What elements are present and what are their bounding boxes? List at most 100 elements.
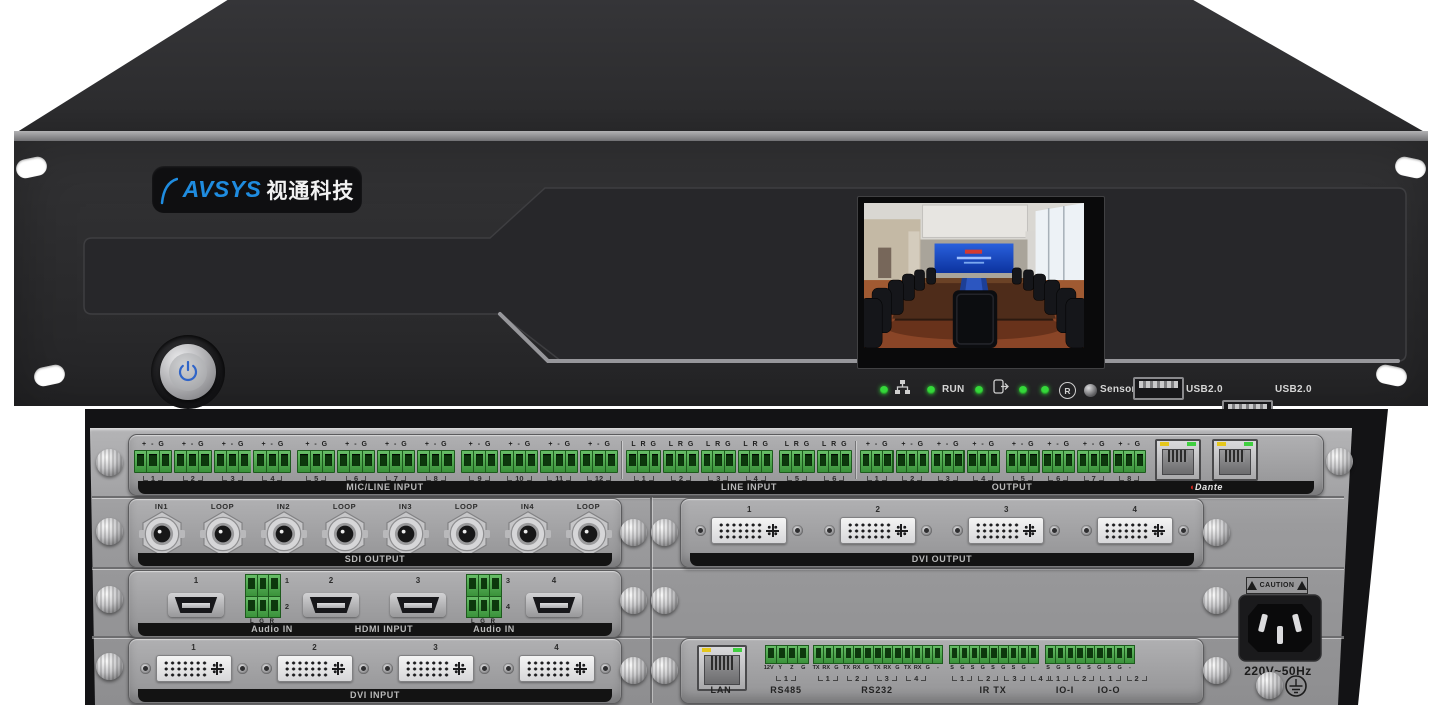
thumbscrew — [96, 518, 123, 545]
status-led-3 — [1041, 386, 1049, 394]
pin-labels: + - G — [460, 440, 500, 450]
terminal-block — [1042, 450, 1076, 473]
pin-labels: + - G — [930, 440, 966, 450]
pin-labels: + - G — [895, 440, 931, 450]
screw-hole — [1178, 525, 1189, 536]
terminal-block — [626, 450, 661, 473]
dvi-port: 3 — [946, 505, 1066, 544]
logo-cn-text: 视通科技 — [266, 175, 354, 205]
power-button[interactable] — [169, 353, 207, 391]
bnc-label: IN3 — [399, 502, 412, 511]
bnc-icon — [138, 511, 186, 557]
terminal-block — [174, 450, 212, 473]
link-led-yellow — [702, 648, 711, 652]
hdmi-number: 3 — [389, 576, 447, 587]
dvi-port-number: 3 — [433, 643, 437, 655]
line-channel: L R G 5 — [778, 440, 815, 483]
mic-channel: + - G 1 — [133, 440, 173, 483]
bnc-connector: IN4 — [498, 502, 557, 557]
audio-ch-bottom: 2 — [285, 602, 289, 611]
pin-labels: L R G — [625, 440, 662, 450]
thumbscrew — [96, 449, 123, 476]
ir-letter: R — [1064, 386, 1070, 396]
rs485-label: RS485 — [770, 685, 802, 695]
terminal-block — [779, 450, 814, 473]
rs485-numbers: 1 — [765, 673, 807, 683]
caution-plate: CAUTION — [1246, 577, 1308, 594]
dante-logo: ◖Dante — [1189, 482, 1223, 492]
bnc-icon — [260, 511, 308, 557]
sdi-connector-row: IN1 LOOP — [131, 502, 619, 557]
mic-channel: + - G 7 — [376, 440, 416, 483]
terminal-block — [417, 450, 455, 473]
dvi-port-number: 4 — [554, 643, 558, 655]
terminal-block — [896, 450, 930, 473]
dvi-connector — [695, 517, 803, 544]
output-channels: + - G 1 + - G 2 + - G 3 + - G 4 + - G 5 — [859, 440, 1147, 483]
bnc-connector: IN3 — [376, 502, 435, 557]
bnc-icon — [504, 511, 552, 557]
hdmi-port-1: 1 — [167, 576, 225, 617]
thumbscrew — [1203, 657, 1230, 684]
audio-ch-top: 3 — [506, 576, 510, 585]
line-channel: L R G 1 — [625, 440, 662, 483]
screw-hole — [237, 663, 248, 674]
dvi-connector — [261, 655, 369, 682]
terminal-block — [663, 450, 698, 473]
terminal-block — [931, 450, 965, 473]
output-title: OUTPUT — [992, 482, 1033, 492]
output-channel: + - G 7 — [1076, 440, 1112, 483]
dvi-input-strip: DVI INPUT — [138, 689, 612, 702]
run-led — [927, 386, 935, 394]
dvi-socket — [968, 517, 1044, 544]
warning-triangle-icon — [1247, 581, 1257, 590]
link-led-green — [733, 648, 742, 652]
ir-tx-pin-labels: SGSGSGSG- — [947, 665, 1039, 671]
dvi-connector — [503, 655, 611, 682]
screw-hole — [479, 663, 490, 674]
rs232-terminal — [813, 645, 943, 664]
terminal-block — [540, 450, 578, 473]
screw-hole — [261, 663, 272, 674]
usb2-label: USB2.0 — [1275, 385, 1312, 395]
rs232-label: RS232 — [861, 685, 893, 695]
terminal-block — [500, 450, 538, 473]
audio-in-block-2: 3 4 L G R — [466, 574, 502, 626]
thumbscrew — [96, 653, 123, 680]
audio-in-title-2: Audio IN — [473, 624, 515, 634]
bnc-label: IN1 — [155, 502, 168, 511]
pin-labels: + - G — [1076, 440, 1112, 450]
hdmi-port-2: 2 — [302, 576, 360, 617]
recess-outline — [84, 188, 1406, 361]
bnc-label: LOOP — [333, 502, 356, 511]
dvi-connector — [382, 655, 490, 682]
terminal-block — [1113, 450, 1147, 473]
screw-hole — [792, 525, 803, 536]
logo-swoosh-icon — [160, 175, 178, 205]
hdmi-number: 4 — [525, 576, 583, 587]
pin-labels: + - G — [1005, 440, 1041, 450]
device-photo: AVSYS 视通科技 — [0, 0, 1442, 705]
screw-hole — [358, 663, 369, 674]
io-terminal — [1045, 645, 1135, 664]
line-input-channels: L R G 1 L R G 2 L R G 3 L R G 4 L R G 5 — [625, 440, 853, 483]
terminal-block — [738, 450, 773, 473]
output-channel: + - G 5 — [1005, 440, 1041, 483]
dvi-connector — [952, 517, 1060, 544]
network-led — [880, 386, 888, 394]
dvi-port: 1 — [689, 505, 809, 544]
pin-labels: + - G — [1041, 440, 1077, 450]
dvi-port: 2 — [818, 505, 938, 544]
pin-labels: + - G — [173, 440, 213, 450]
brand-logo-plate: AVSYS 视通科技 — [152, 166, 362, 213]
output-channel: + - G 6 — [1041, 440, 1077, 483]
output-channel: + - G 4 — [966, 440, 1002, 483]
card-divider-2 — [855, 441, 856, 479]
ir-tx-terminal — [949, 645, 1039, 664]
io-numbers: 1212 — [1045, 673, 1125, 683]
sdi-card-strip: SDI OUTPUT — [138, 553, 612, 566]
power-icon — [177, 361, 199, 383]
dvi-output-row: 1 2 3 — [685, 505, 1199, 544]
mic-channel: + - G 12 — [579, 440, 619, 483]
dvi-port-number: 4 — [1133, 505, 1137, 517]
